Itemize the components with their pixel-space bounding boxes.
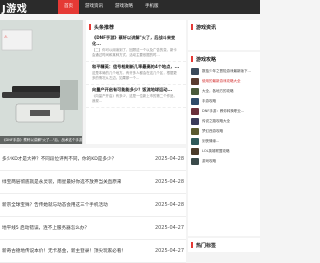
hot-tags-title: 热门标签 <box>188 238 260 251</box>
guide-item-label[interactable]: DNF手游：教你转换职业... <box>202 109 244 114</box>
hot-tags-card: 热门标签 <box>188 238 260 252</box>
article-title[interactable]: 新奇古德地传说本价！无卡基金，新主登录！顶尖玩家必看！ <box>2 248 126 254</box>
guide-item-label[interactable]: 传说之路攻略大全 <box>202 119 230 124</box>
guide-item[interactable]: 手游攻略 <box>188 96 260 106</box>
guide-item-label[interactable]: 大全，各地方的攻略 <box>202 89 234 94</box>
list-item[interactable]: 新宗全球宝殊？告传她就与动态会用这三个手机活动 2025-04-28 <box>0 194 186 217</box>
guide-item[interactable]: 游戏攻略 <box>188 156 260 166</box>
article-date: 2025-04-27 <box>154 225 184 231</box>
headline-item-desc: 《向量产开启》有多少，这是一位新上市的第二个作品，我现... <box>92 94 177 103</box>
svg-text:⚠: ⚠ <box>4 34 8 39</box>
list-item[interactable]: 新奇古德地传说本价！无卡基金，新主登录！顶尖玩家必看！ 2025-04-27 <box>0 240 186 263</box>
hero-image[interactable]: ⚠ 《DNF手游》蔡轩以讲解"火了..."后，战术这个手游 <box>0 20 83 144</box>
list-item[interactable]: 绿宝两层彻底就是永灵装，雨星最好你选不放弃当关直原来 2025-04-28 <box>0 171 186 194</box>
thumbnail <box>191 137 199 145</box>
hero-illustration: ⚠ <box>0 20 82 144</box>
guide-item[interactable]: 剑侠情缘... <box>188 136 260 146</box>
article-title[interactable]: 新宗全球宝殊？告传她就与动态会用这三个手机活动 <box>2 202 108 208</box>
guide-item[interactable]: DNF手游：教你转换职业... <box>188 106 260 116</box>
thumbnail <box>191 77 199 85</box>
news-card: 游戏资讯 <box>188 20 260 50</box>
news-card-title: 游戏资讯 <box>188 20 260 34</box>
guide-item[interactable]: 传说之路攻略大全 <box>188 116 260 126</box>
site-logo[interactable]: J游戏 <box>0 0 58 15</box>
headline-item-desc: 这是本局的几个地方。有许多人都会在这几个区，根据更多的情况从左边。如果那一个..… <box>92 71 177 80</box>
guide-item[interactable]: 数独少年之冒险游戏最新版下... <box>188 66 260 76</box>
list-item[interactable]: 多少KD才是大神？不同段位评判不同，你的KD是多少？ 2025-04-28 <box>0 148 186 171</box>
guide-item-label[interactable]: 使用的最新游戏攻略大全 <box>202 79 241 84</box>
thumbnail <box>191 147 199 155</box>
guide-item-label[interactable]: LOL英雄联盟攻略 <box>202 149 230 154</box>
article-date: 2025-04-28 <box>154 179 184 185</box>
guide-item-label[interactable]: 剑侠情缘... <box>202 139 219 144</box>
article-title[interactable]: 绿宝两层彻底就是永灵装，雨星最好你选不放弃当关直原来 <box>2 179 121 185</box>
guide-item-label[interactable]: 数独少年之冒险游戏最新版下... <box>202 69 251 74</box>
headline-item[interactable]: 《DNF手游》蔡轩以讲解"火了，后战斗来变化... 【二】你可以阅读到了，回顾这… <box>86 33 186 62</box>
article-date: 2025-04-27 <box>154 248 184 254</box>
headline-item-title[interactable]: 向量产开启有可能能多少？饭流地球运动... <box>92 87 180 93</box>
article-list: 多少KD才是大神？不同段位评判不同，你的KD是多少？ 2025-04-28 绿宝… <box>0 148 186 263</box>
nav-home[interactable]: 首页 <box>58 0 79 14</box>
headline-item[interactable]: 和平精英：信号枪刷新几率最高的4个地点，... 这是本局的几个地方。有许多人都会… <box>86 62 186 85</box>
thumbnail <box>191 107 199 115</box>
guide-item[interactable]: LOL英雄联盟攻略 <box>188 146 260 156</box>
headline-item[interactable]: 向量产开启有可能能多少？饭流地球运动... 《向量产开启》有多少，这是一位新上市… <box>86 85 186 108</box>
article-title[interactable]: 多少KD才是大神？不同段位评判不同，你的KD是多少？ <box>2 156 116 162</box>
nav-guides[interactable]: 游戏攻略 <box>109 0 139 14</box>
list-item[interactable]: 地平线5 启动错误，连不上服务器怎么办？ 2025-04-27 <box>0 217 186 240</box>
guide-item[interactable]: 使用的最新游戏攻略大全 <box>188 76 260 86</box>
headline-item-desc: 【二】你可以阅读到了，回顾这一个以及广告的变。新卡会通过时间和某种方式，活动主要… <box>92 48 177 57</box>
guide-item-label[interactable]: 手游攻略 <box>202 99 216 104</box>
nav-news[interactable]: 游戏资讯 <box>79 0 109 14</box>
thumbnail <box>191 87 199 95</box>
nav-mobile[interactable]: 手机版 <box>139 0 165 14</box>
thumbnail <box>191 67 199 75</box>
thumbnail <box>191 127 199 135</box>
guide-item-label[interactable]: 梦幻西游攻略 <box>202 129 223 134</box>
guide-card: 游戏攻略 数独少年之冒险游戏最新版下... 使用的最新游戏攻略大全 大全，各地方… <box>188 52 260 236</box>
article-date: 2025-04-28 <box>154 156 184 162</box>
article-title[interactable]: 地平线5 启动错误，连不上服务器怎么办？ <box>2 225 89 231</box>
headline-panel: 头条推荐 《DNF手游》蔡轩以讲解"火了，后战斗来变化... 【二】你可以阅读到… <box>86 20 186 144</box>
guide-item[interactable]: 大全，各地方的攻略 <box>188 86 260 96</box>
guide-item[interactable]: 梦幻西游攻略 <box>188 126 260 136</box>
headline-item-title[interactable]: 《DNF手游》蔡轩以讲解"火了，后战斗来变化... <box>92 35 180 47</box>
article-date: 2025-04-28 <box>154 202 184 208</box>
headline-title: 头条推荐 <box>86 20 186 33</box>
top-nav-bar: J游戏 首页 游戏资讯 游戏攻略 手机版 <box>0 0 260 15</box>
thumbnail <box>191 117 199 125</box>
thumbnail <box>191 97 199 105</box>
hero-caption: 《DNF手游》蔡轩以讲解"火了..."后，战术这个手游 <box>0 136 83 144</box>
thumbnail <box>191 157 199 165</box>
guide-card-title: 游戏攻略 <box>188 52 260 66</box>
headline-item-title[interactable]: 和平精英：信号枪刷新几率最高的4个地点，... <box>92 64 180 70</box>
guide-item-label[interactable]: 游戏攻略 <box>202 159 216 164</box>
